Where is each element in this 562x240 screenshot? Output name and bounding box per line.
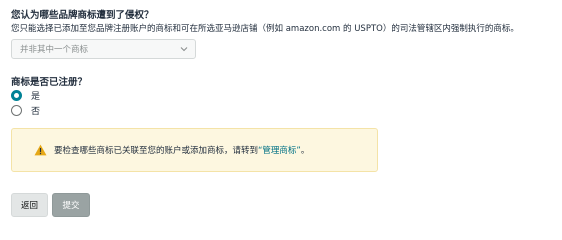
info-notice: 要检查哪些商标已关联至您的账户或添加商标，请转到“管理商标”。	[11, 128, 378, 172]
radio-label-yes: 是	[31, 92, 41, 102]
manage-trademarks-link[interactable]: “管理商标”	[258, 146, 301, 156]
warning-icon	[34, 144, 47, 156]
radio-button-no[interactable]	[11, 105, 22, 116]
radio-option-yes[interactable]: 是	[11, 89, 40, 102]
notice-text: 要检查哪些商标已关联至您的账户或添加商标，请转到“管理商标”。	[54, 144, 309, 156]
trademark-select-value: 并非其中一个商标	[20, 45, 89, 55]
trademark-select[interactable]: 并非其中一个商标	[11, 39, 196, 59]
notice-text-end: 。	[300, 146, 310, 156]
radio-button-yes[interactable]	[11, 90, 22, 101]
radio-label-no: 否	[31, 107, 41, 117]
back-button[interactable]: 返回	[11, 193, 48, 217]
question-description-trademark: 您只能选择已添加至您品牌注册账户的商标和可在所选亚马逊店铺（例如 amazon.…	[11, 24, 519, 34]
radio-option-no[interactable]: 否	[11, 104, 40, 117]
question-title-trademark: 您认为哪些品牌商标遭到了侵权？	[11, 10, 154, 21]
chevron-down-icon	[180, 47, 188, 52]
brand-infringement-form: 您认为哪些品牌商标遭到了侵权？ 您只能选择已添加至您品牌注册账户的商标和可在所选…	[0, 0, 562, 224]
notice-text-main: 要检查哪些商标已关联至您的账户或添加商标，请转到	[54, 146, 259, 156]
submit-button[interactable]: 提交	[52, 193, 90, 217]
question-title-registered: 商标是否已注册？	[11, 77, 88, 88]
